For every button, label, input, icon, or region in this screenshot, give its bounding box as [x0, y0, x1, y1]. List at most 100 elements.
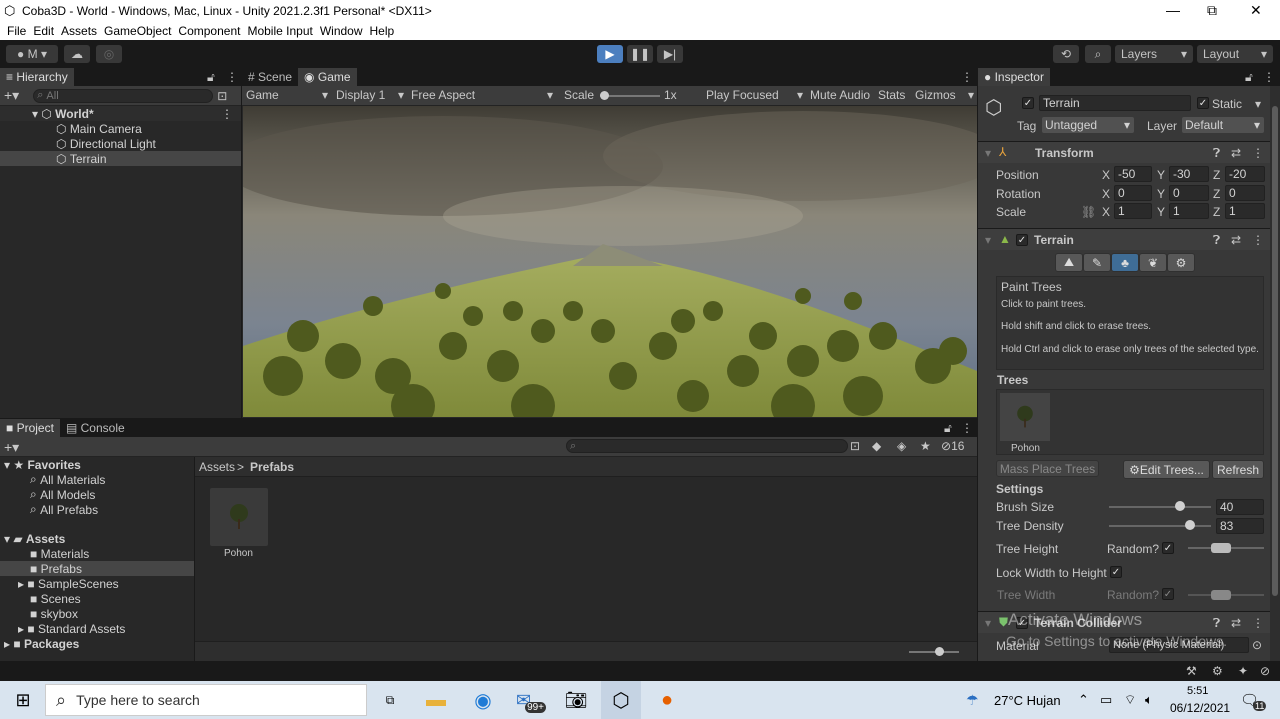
zoom-slider[interactable] [909, 651, 959, 653]
tree-density-field[interactable]: 83 [1216, 518, 1264, 534]
brush-size-field[interactable]: 40 [1216, 499, 1264, 515]
mail-icon[interactable]: ✉ 99+ [511, 681, 551, 719]
hierarchy-item-terrain[interactable]: ⬡ Terrain [0, 151, 241, 166]
kebab-menu-icon[interactable]: ⋮ [1263, 70, 1275, 84]
position-y-field[interactable]: -30 [1169, 166, 1209, 182]
layers-dropdown[interactable]: Layers ▾ [1115, 45, 1193, 63]
debug-icon[interactable]: ⚙ [1212, 664, 1223, 678]
tab-hierarchy[interactable]: ≡ Hierarchy [0, 68, 74, 86]
game-mode-dropdown[interactable]: Game ▾ [246, 88, 328, 102]
hierarchy-item-main-camera[interactable]: ⬡ Main Camera [0, 121, 241, 136]
game-viewport[interactable] [243, 106, 977, 417]
tray-chevron-icon[interactable]: ⌃ [1078, 692, 1089, 708]
rotation-y-field[interactable]: 0 [1169, 185, 1209, 201]
scrollbar-thumb[interactable] [1272, 106, 1278, 596]
object-name-field[interactable]: Terrain [1039, 95, 1191, 111]
favorite-item[interactable]: ⌕ All Prefabs [0, 502, 194, 517]
bake-icon[interactable]: ✦ [1238, 664, 1248, 678]
rotation-z-field[interactable]: 0 [1225, 185, 1265, 201]
menu-component[interactable]: Component [178, 24, 240, 38]
volume-icon[interactable]: 🔈︎ [1145, 692, 1153, 708]
folder-item[interactable]: ▸ ■ Standard Assets [0, 621, 194, 636]
scene-visibility-icon[interactable]: ⊡ [217, 89, 227, 103]
folder-item[interactable]: ■ skybox [0, 606, 194, 621]
help-icon[interactable]: ❓︎ [1213, 616, 1220, 631]
brush-size-slider-thumb[interactable] [1175, 501, 1185, 511]
favorite-item[interactable]: ⌕ All Models [0, 487, 194, 502]
file-explorer-icon[interactable]: ▬ [416, 681, 456, 719]
preset-icon[interactable]: ⇄ [1231, 616, 1241, 630]
favorites-item[interactable]: ▾ ★ Favorites [0, 457, 194, 472]
tab-console[interactable]: ▤ Console [60, 419, 131, 437]
star-icon[interactable]: ★ [920, 439, 931, 453]
task-view-icon[interactable]: ⧉ [370, 681, 410, 719]
notification-icon[interactable]: ⊘ [1260, 664, 1270, 678]
static-checkbox[interactable]: ✓ [1197, 97, 1209, 109]
account-dropdown[interactable]: ● M ▾ [6, 45, 58, 63]
taskbar-search-input[interactable]: ⌕ Type here to search [45, 684, 367, 716]
display-dropdown[interactable]: Display 1 ▾ [336, 88, 404, 102]
folder-item[interactable]: ■ Materials [0, 546, 194, 561]
menu-gameobject[interactable]: GameObject [104, 24, 171, 38]
lock-icon[interactable]: 🔓︎ [944, 421, 952, 436]
weather-icon[interactable]: ☂ [966, 692, 979, 709]
tree-prototype-thumbnail[interactable] [1000, 393, 1050, 441]
play-focused-dropdown[interactable]: Play Focused ▾ [706, 88, 803, 102]
progress-icon[interactable]: ⚒ [1186, 664, 1197, 678]
tab-inspector[interactable]: ● Inspector [978, 68, 1050, 86]
chevron-down-icon[interactable]: ▾ [1255, 97, 1261, 111]
folder-item-selected[interactable]: ■ Prefabs [0, 561, 194, 576]
play-button[interactable]: ▶ [597, 45, 623, 63]
inspector-scrollbar[interactable] [1270, 86, 1280, 661]
kebab-menu-icon[interactable]: ⋮ [221, 107, 233, 121]
edit-trees-button[interactable]: ⚙ Edit Trees... [1123, 460, 1210, 479]
zoom-slider-thumb[interactable] [935, 647, 944, 656]
unity-taskbar-icon[interactable]: ⬡ [601, 681, 641, 719]
menu-mobile-input[interactable]: Mobile Input [247, 24, 312, 38]
lock-icon[interactable]: 🔓︎ [1245, 70, 1253, 85]
terrain-enabled-checkbox[interactable]: ✓ [1016, 234, 1028, 246]
scale-slider[interactable] [600, 95, 660, 97]
terrain-header[interactable]: ▾ ▲ ✓ Terrain ❓︎ ⇄ ⋮ [978, 228, 1270, 250]
tab-project[interactable]: ■ Project [0, 419, 60, 437]
cloud-icon[interactable]: ☁ [64, 45, 90, 63]
edge-icon[interactable]: ◉ [463, 681, 503, 719]
assets-item[interactable]: ▾ ▰ Assets [0, 531, 194, 546]
project-search-input[interactable]: ⌕ [566, 439, 848, 453]
windows-start-icon[interactable]: ⊞ [3, 681, 43, 719]
scale-z-field[interactable]: 1 [1225, 203, 1265, 219]
tag-dropdown[interactable]: Untagged ▾ [1042, 117, 1134, 133]
restore-button[interactable]: ⧉ [1207, 2, 1217, 19]
tree-density-slider-thumb[interactable] [1185, 520, 1195, 530]
asset-thumbnail[interactable] [210, 488, 268, 546]
hidden-packages-toggle[interactable]: ⊘ 16 [941, 439, 964, 453]
scene-root-item[interactable]: ▾ ⬡ World* ⋮ [0, 106, 241, 121]
tab-scene[interactable]: # Scene [242, 68, 298, 86]
kebab-menu-icon[interactable]: ⋮ [961, 421, 973, 435]
raise-lower-tool-button[interactable]: ⛰ [1055, 253, 1083, 272]
tree-width-random-checkbox[interactable]: ✓ [1162, 588, 1174, 600]
close-button[interactable]: ✕ [1250, 2, 1262, 19]
help-icon[interactable]: ❓︎ [1213, 233, 1220, 248]
packages-item[interactable]: ▸ ■ Packages [0, 636, 194, 651]
refresh-button[interactable]: Refresh [1212, 460, 1264, 479]
search-by-type-icon[interactable]: ⊡ [850, 439, 860, 453]
menu-assets[interactable]: Assets [61, 24, 97, 38]
folder-item[interactable]: ▸ ■ SampleScenes [0, 576, 194, 591]
position-z-field[interactable]: -20 [1225, 166, 1265, 182]
layout-dropdown[interactable]: Layout ▾ [1197, 45, 1273, 63]
minimize-button[interactable]: — [1166, 2, 1180, 18]
kebab-menu-icon[interactable]: ⋮ [1252, 233, 1264, 247]
menu-help[interactable]: Help [370, 24, 395, 38]
rotation-x-field[interactable]: 0 [1114, 185, 1152, 201]
breadcrumb-assets[interactable]: Assets [199, 460, 235, 474]
kebab-menu-icon[interactable]: ⋮ [1252, 616, 1264, 630]
label-icon[interactable]: ◈ [897, 439, 906, 453]
hierarchy-search-input[interactable]: ⌕ All [33, 88, 214, 103]
paint-trees-tool-button[interactable]: ♣ [1111, 253, 1139, 272]
link-icon[interactable]: ⛓ [1081, 205, 1096, 219]
mute-audio-toggle[interactable]: Mute Audio [810, 88, 870, 102]
collab-icon[interactable]: ◎ [96, 45, 122, 63]
terrain-settings-tool-button[interactable]: ⚙ [1167, 253, 1195, 272]
mass-place-trees-button[interactable]: Mass Place Trees [996, 460, 1099, 477]
